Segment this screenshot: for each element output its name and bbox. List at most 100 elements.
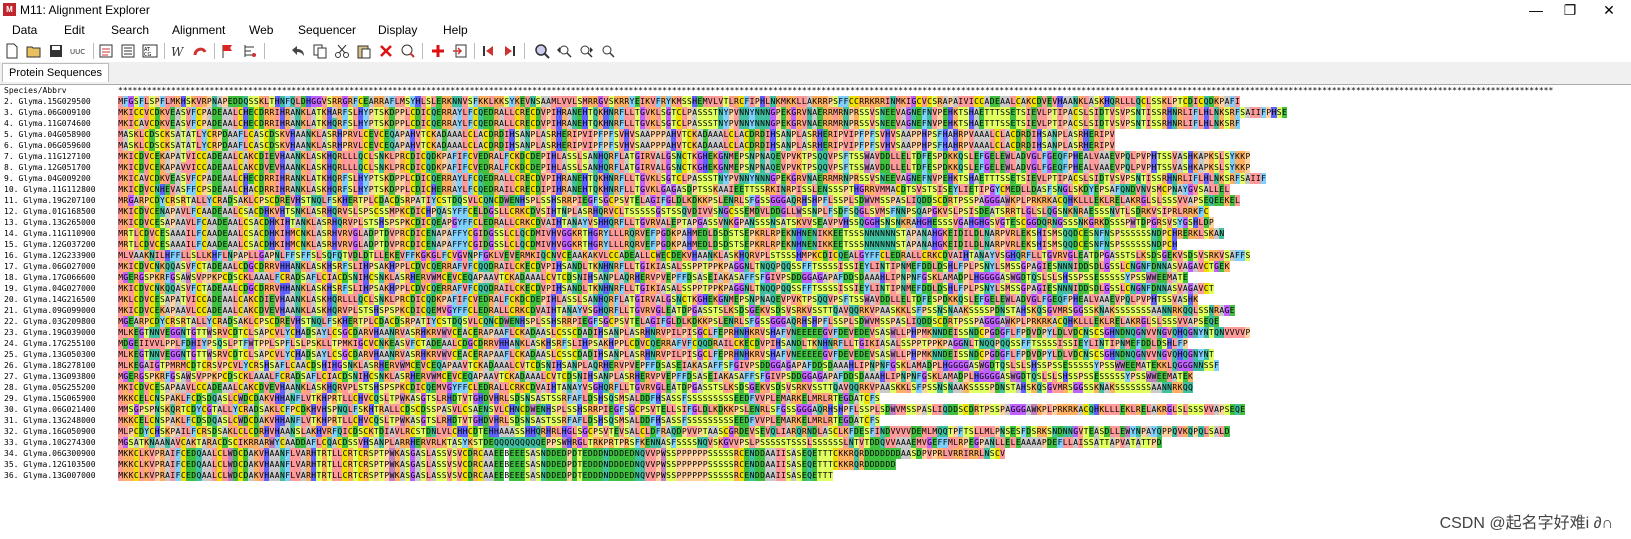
search-prev-icon[interactable] — [556, 43, 572, 59]
sequence-name[interactable]: 29. Glyma.15G065900 — [0, 393, 118, 404]
minimize-button[interactable]: — — [1519, 0, 1553, 22]
search-icon[interactable] — [534, 43, 550, 59]
import-icon[interactable] — [452, 43, 468, 59]
sequence-name[interactable]: 13. Glyma.13G265000 — [0, 217, 118, 228]
sequence-name[interactable]: 6. Glyma.06G059600 — [0, 140, 118, 151]
sequence-name[interactable]: 3. Glyma.06G009100 — [0, 107, 118, 118]
sequence-row[interactable]: MKKCLKVPRAIFCEDQAALCLWDCDAKVHAANFLVARHTR… — [118, 448, 1631, 459]
paste-icon[interactable] — [356, 43, 372, 59]
sequence-name[interactable]: 27. Glyma.13G093800 — [0, 371, 118, 382]
search-clear-icon[interactable] — [600, 43, 616, 59]
flag-icon[interactable] — [220, 43, 236, 59]
sequence-row[interactable]: MKKCELCNSPAKLFCDSDQASLCWDCDAKVHHANFLVTKH… — [118, 415, 1631, 426]
align-icon[interactable] — [242, 43, 258, 59]
text-icon[interactable] — [120, 43, 136, 59]
sequence-name[interactable]: 15. Glyma.12G037200 — [0, 239, 118, 250]
sequence-row[interactable]: MGEARPCDYCRSRTALLYCRADSAKLCPSCDREVHSTNQL… — [118, 316, 1631, 327]
sequence-row[interactable]: MLPCDYCHSKPAILFCRSDSAKLCLCDRHVHAANSLAKHV… — [118, 426, 1631, 437]
sequence-row[interactable]: MRTLCDVCESAAAILFCAADEAALCSACDHKIHMCNKLAS… — [118, 239, 1631, 250]
sequence-name[interactable]: 30. Glyma.06G021400 — [0, 404, 118, 415]
sequence-name[interactable]: 26. Glyma.18G278100 — [0, 360, 118, 371]
sequence-name[interactable]: 23. Glyma.19G039000 — [0, 327, 118, 338]
sequence-row[interactable]: MKICDVCNHEVASFFCPSDEAALCHACDRRIHRANKLASK… — [118, 184, 1631, 195]
sequence-row[interactable]: MKICCVCDKVEASVFCPADEAALCHECDRRIHRANKLATK… — [118, 107, 1631, 118]
menu-edit[interactable]: Edit — [64, 23, 85, 37]
translate-icon[interactable]: W — [170, 43, 186, 59]
sequence-name[interactable]: 31. Glyma.13G248000 — [0, 415, 118, 426]
sequence-row[interactable]: MKICDVCEKAPAVVICCADEAALCAKCDVEVHAANKLASK… — [118, 162, 1631, 173]
sequence-row[interactable]: MGERGSPKRFGSAWSVPPKPCDSCKLAAALFCRADSAFLC… — [118, 272, 1631, 283]
sequence-name[interactable]: 33. Glyma.10G274300 — [0, 437, 118, 448]
uuc-icon[interactable]: UUC — [70, 43, 86, 59]
sequence-name[interactable]: 21. Glyma.09G099000 — [0, 305, 118, 316]
save-icon[interactable] — [48, 43, 64, 59]
sequence-row[interactable]: MKKCELCNSPAKLFCDSDQASLCWDCDAKVHHANFLVTKH… — [118, 393, 1631, 404]
open-icon[interactable] — [26, 43, 42, 59]
menu-help[interactable]: Help — [443, 23, 468, 37]
tab-protein-sequences[interactable]: Protein Sequences — [2, 63, 109, 82]
prev-icon[interactable] — [480, 43, 496, 59]
sequence-row[interactable]: MLVAAKNILHFFLLSLLKHFLNPAPLLGAPNLFFSFFSLS… — [118, 250, 1631, 261]
sequence-row[interactable]: MKICAVCDKVEASVFCPADEAALCHECDRRIHRANKLATK… — [118, 118, 1631, 129]
sequence-name[interactable]: 10. Glyma.11G112800 — [0, 184, 118, 195]
sequence-name[interactable]: 5. Glyma.04G058900 — [0, 129, 118, 140]
sequence-row[interactable]: MKICDVCEKAPATVICCADEAALCAKCDIEVHAANKLASK… — [118, 151, 1631, 162]
restore-button[interactable]: ❐ — [1553, 0, 1587, 22]
delete-icon[interactable] — [378, 43, 394, 59]
sequence-row[interactable]: MKICDVCESAPAAVLCCADEAALCAKCDVEVHAANKLASK… — [118, 382, 1631, 393]
alignment-grid[interactable]: Species/Abbrv 2. Glyma.15G029500 3. Glyma… — [0, 84, 1631, 539]
menu-alignment[interactable]: Alignment — [172, 23, 225, 37]
sequence-row[interactable]: MASKLCDSCKSATATLYCRPDAAFLCASCDSKVHAANKLA… — [118, 129, 1631, 140]
sequence-name[interactable]: 22. Glyma.03G209800 — [0, 316, 118, 327]
clear-icon[interactable] — [400, 43, 416, 59]
sequence-row[interactable]: MKICAVCDKVEASVFCPADEAALCHECDRRIHRANKLATK… — [118, 173, 1631, 184]
sequence-name[interactable]: 35. Glyma.12G103500 — [0, 459, 118, 470]
sequence-row[interactable]: MKICDVCNKQQASVFCTADEAALCDGCDRRVHHANKLASK… — [118, 283, 1631, 294]
sequence-row[interactable]: MGSATKNAANAVCAKTARACDSCIKRRARWYCAADDAFLC… — [118, 437, 1631, 448]
sequence-row[interactable]: MKICDVCNKQQASVFCTADEAALCDGCDRRVHHANKLASK… — [118, 261, 1631, 272]
sequence-name[interactable]: 4. Glyma.11G074600 — [0, 118, 118, 129]
next-icon[interactable] — [502, 43, 518, 59]
atcg-icon[interactable]: ATCG — [142, 43, 158, 59]
sequence-name[interactable]: 28. Glyma.05G255200 — [0, 382, 118, 393]
sequence-name[interactable]: 17. Glyma.06G027000 — [0, 261, 118, 272]
sequence-row[interactable]: MKLCDVCESAPATVICCADEAALCAKCDIEVHAANKLASK… — [118, 294, 1631, 305]
menu-display[interactable]: Display — [378, 23, 417, 37]
sequence-row[interactable]: MDGEIIVVLPPLFDHIYPSQSLPTFWTPPLSPFLSLPSKL… — [118, 338, 1631, 349]
sequence-name[interactable]: 19. Glyma.04G027000 — [0, 283, 118, 294]
undo-mega-icon[interactable] — [192, 43, 208, 59]
menu-data[interactable]: Data — [12, 23, 37, 37]
sequence-name[interactable]: 8. Glyma.12G051700 — [0, 162, 118, 173]
sequence-row[interactable]: MKICDVCEKAPAAVLCCADEAALCAKCDVEVHAANKLASK… — [118, 305, 1631, 316]
sequence-row[interactable]: MKICDVCENAPAVLFCAADEAALCSACDHKVHTSNKLASR… — [118, 206, 1631, 217]
sequence-row[interactable]: MFGSFLSPFLMKHSKVRPNAPEDDQSSKLTHNFQLDHGGV… — [118, 96, 1631, 107]
sequence-name[interactable]: 34. Glyma.06G300900 — [0, 448, 118, 459]
sequence-row[interactable]: MMSGPSPNSKQRTCDYCGTALLYCRADSAKLCFPCDKHVH… — [118, 404, 1631, 415]
sequence-name[interactable]: 24. Glyma.17G255100 — [0, 338, 118, 349]
sequence-name[interactable]: 2. Glyma.15G029500 — [0, 96, 118, 107]
sequence-name[interactable]: 9. Glyma.04G009200 — [0, 173, 118, 184]
new-icon[interactable] — [4, 43, 20, 59]
undo-icon[interactable] — [290, 43, 306, 59]
sequence-name[interactable]: 20. Glyma.14G216500 — [0, 294, 118, 305]
sequence-row[interactable]: MKKCLKVPRAIFCEDQAALCLWDCDAKVHAANFLVARHTR… — [118, 470, 1631, 481]
sequence-name[interactable]: 32. Glyma.16G050900 — [0, 426, 118, 437]
sequence-row[interactable]: MKKCLKVPRAIFCEDQAALCLWDCDAKVHAANFLVARHTR… — [118, 459, 1631, 470]
close-button[interactable]: ✕ — [1592, 0, 1626, 22]
sequence-row[interactable]: MKICDVCESAPAAVLFCAADEAALCSACDHKIHTANKLAS… — [118, 217, 1631, 228]
sequence-name[interactable]: 18. Glyma.17G066600 — [0, 272, 118, 283]
sequence-name[interactable]: 14. Glyma.11G110900 — [0, 228, 118, 239]
sequence-area[interactable]: ****************************************… — [118, 85, 1631, 539]
sequence-name[interactable]: 11. Glyma.19G207100 — [0, 195, 118, 206]
menu-web[interactable]: Web — [249, 23, 273, 37]
sequence-name[interactable]: 12. Glyma.01G168500 — [0, 206, 118, 217]
sequence-name[interactable]: 25. Glyma.13G050300 — [0, 349, 118, 360]
cut-icon[interactable] — [334, 43, 350, 59]
sequence-name[interactable]: 7. Glyma.11G127100 — [0, 151, 118, 162]
sequence-row[interactable]: MGERGSPKRFGSAWSVPPKPCDSCKLAAALFCRADSAFLC… — [118, 371, 1631, 382]
menu-search[interactable]: Search — [111, 23, 149, 37]
sequence-row[interactable]: MLKEGAIGTPMRMCDTCRSVPCVLYCRSHSAFLCAACDSH… — [118, 360, 1631, 371]
sequence-row[interactable]: MASKLCDSCKSATATLYCRPDAAFLCASCDSKVHAANKLA… — [118, 140, 1631, 151]
export-icon[interactable] — [98, 43, 114, 59]
sequence-row[interactable]: MLKEGTNNVEGGNTGTTWSRVCDTCLSAPCVLYCHADSAY… — [118, 349, 1631, 360]
